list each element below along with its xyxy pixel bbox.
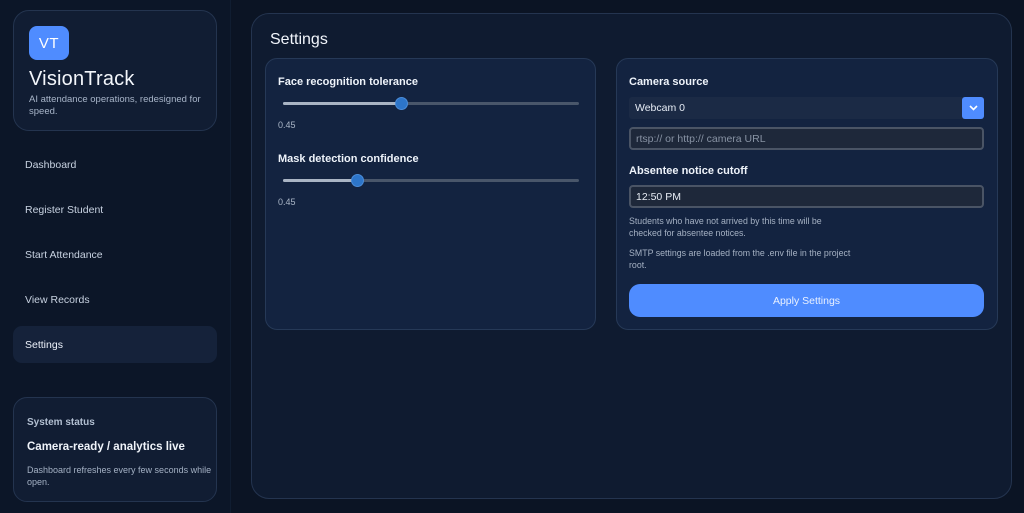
face-tolerance-label: Face recognition tolerance — [278, 76, 418, 88]
brand-card: VT VisionTrack AI attendance operations,… — [13, 10, 217, 131]
detection-settings-card: Face recognition tolerance 0.45 Mask det… — [265, 58, 596, 330]
apply-settings-button[interactable]: Apply Settings — [629, 284, 984, 317]
absentee-cutoff-input[interactable]: 12:50 PM — [629, 185, 984, 208]
face-tolerance-value: 0.45 — [278, 120, 296, 130]
page-title: Settings — [270, 31, 328, 48]
sidebar-item-label: Register Student — [25, 203, 104, 216]
sidebar-item-label: Start Attendance — [25, 248, 103, 261]
camera-source-label: Camera source — [629, 76, 709, 88]
camera-url-placeholder: rtsp:// or http:// camera URL — [636, 132, 766, 145]
brand-logo: VT — [29, 26, 69, 60]
brand-tagline: AI attendance operations, redesigned for… — [29, 94, 201, 117]
slider-fill — [283, 102, 402, 105]
mask-confidence-value: 0.45 — [278, 197, 296, 207]
sidebar: VT VisionTrack AI attendance operations,… — [0, 0, 231, 513]
absentee-cutoff-label: Absentee notice cutoff — [629, 165, 748, 177]
sidebar-item-settings[interactable]: Settings — [13, 326, 217, 363]
slider-thumb[interactable] — [395, 97, 409, 110]
mask-confidence-label: Mask detection confidence — [278, 153, 419, 165]
sidebar-item-dashboard[interactable]: Dashboard — [13, 146, 217, 183]
camera-url-input[interactable]: rtsp:// or http:// camera URL — [629, 127, 984, 150]
absentee-cutoff-value: 12:50 PM — [636, 190, 681, 203]
settings-panel: Settings Face recognition tolerance 0.45… — [251, 13, 1012, 499]
brand-name: VisionTrack — [29, 68, 135, 90]
sidebar-item-start-attendance[interactable]: Start Attendance — [13, 236, 217, 273]
face-tolerance-slider[interactable] — [283, 96, 579, 110]
camera-source-select[interactable]: Webcam 0 — [629, 97, 984, 119]
system-status-note: Dashboard refreshes every few seconds wh… — [27, 465, 212, 487]
camera-source-selected: Webcam 0 — [635, 102, 685, 114]
slider-thumb[interactable] — [351, 174, 364, 187]
smtp-help-text: SMTP settings are loaded from the .env f… — [629, 248, 851, 270]
chevron-down-icon[interactable] — [962, 97, 984, 119]
system-status-card: System status Camera-ready / analytics l… — [13, 397, 217, 502]
sidebar-item-label: View Records — [25, 293, 90, 306]
sidebar-item-label: Settings — [25, 338, 63, 351]
slider-fill — [283, 179, 357, 182]
mask-confidence-slider[interactable] — [283, 173, 579, 187]
sidebar-item-label: Dashboard — [25, 158, 77, 171]
camera-settings-card: Camera source Webcam 0 rtsp:// or http:/… — [616, 58, 998, 330]
absentee-help-text: Students who have not arrived by this ti… — [629, 216, 822, 238]
system-status-title: Camera-ready / analytics live — [27, 441, 185, 453]
sidebar-item-view-records[interactable]: View Records — [13, 281, 217, 318]
system-status-label: System status — [27, 417, 95, 428]
sidebar-item-register-student[interactable]: Register Student — [13, 191, 217, 228]
